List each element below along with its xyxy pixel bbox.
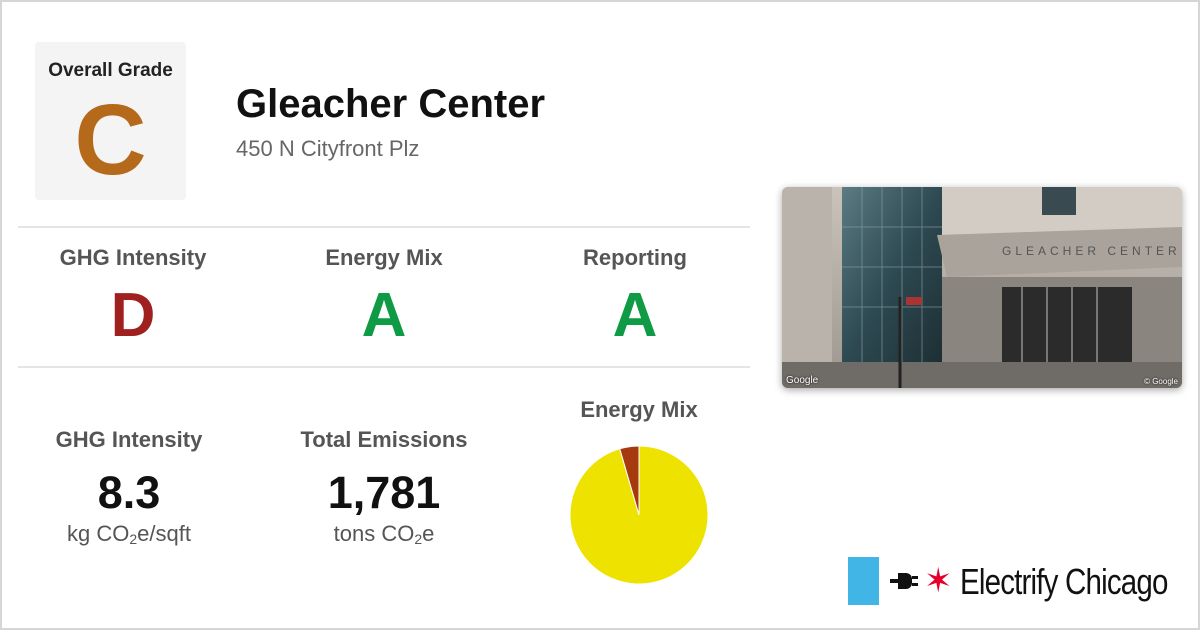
stat-ghg-intensity: GHG Intensity 8.3 kg CO2e/sqft [14, 427, 244, 547]
energy-mix-chart-title: Energy Mix [580, 397, 698, 422]
subgrade-title: GHG Intensity [59, 245, 207, 270]
stat-title: Total Emissions [300, 427, 468, 452]
stat-value: 8.3 [97, 467, 161, 518]
electrify-chicago-logo[interactable]: ✶ Electrify Chicago [848, 557, 1188, 605]
stat-title: GHG Intensity [55, 427, 203, 452]
logo-wordmark: Electrify Chicago [960, 561, 1168, 602]
energy-mix-pie-chart [569, 445, 709, 585]
overall-grade-label: Overall Grade [48, 60, 173, 81]
stat-unit: tons CO2e [333, 521, 435, 547]
overall-grade-card: Overall Grade C [35, 42, 186, 200]
divider-middle [18, 366, 750, 368]
overall-grade-letter: C [74, 84, 147, 196]
subgrade-letter: A [361, 281, 407, 350]
building-name: Gleacher Center [236, 82, 546, 126]
divider-top [18, 226, 750, 228]
facade-lettering: GLEACHER CENTER [1002, 244, 1181, 258]
plug-icon [890, 573, 918, 589]
subgrade-energy-mix: Energy Mix A [269, 245, 499, 347]
stat-unit: kg CO2e/sqft [67, 521, 191, 547]
building-address: 450 N Cityfront Plz [236, 136, 420, 161]
subgrade-reporting: Reporting A [520, 245, 750, 347]
subgrade-ghg-intensity: GHG Intensity D [18, 245, 248, 347]
chicago-star-icon: ✶ [924, 562, 953, 600]
subgrade-letter: A [612, 281, 658, 350]
google-watermark: Google [786, 375, 819, 386]
stat-value: 1,781 [327, 467, 441, 518]
subgrade-title: Energy Mix [325, 245, 443, 270]
stat-total-emissions: Total Emissions 1,781 tons CO2e [269, 427, 499, 547]
chicago-flag-bar [848, 557, 879, 605]
building-street-view-photo: GLEACHER CENTER Google © Google [782, 187, 1182, 388]
google-copyright: © Google [1144, 377, 1178, 386]
subgrade-title: Reporting [583, 245, 687, 270]
subgrade-letter: D [110, 281, 156, 350]
